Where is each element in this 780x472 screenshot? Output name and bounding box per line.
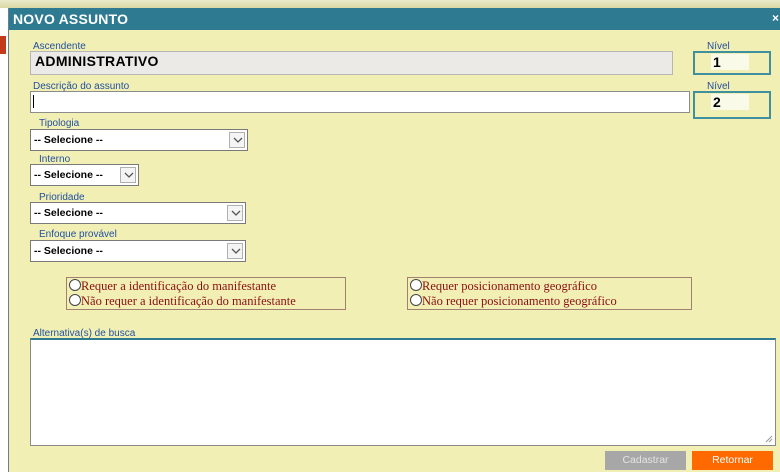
geografico-option-nao-requer-label: Não requer posicionamento geográfico — [422, 294, 617, 308]
interno-selected: -- Selecione -- — [34, 169, 103, 181]
tipologia-selected: -- Selecione -- — [34, 134, 103, 146]
prioridade-select[interactable]: -- Selecione -- — [30, 202, 246, 224]
chevron-down-icon[interactable] — [229, 132, 245, 148]
enfoque-label: Enfoque provável — [39, 229, 117, 240]
dialog-title: NOVO ASSUNTO — [9, 8, 780, 30]
nivel-1-field: 1 — [693, 51, 771, 75]
new-subject-dialog: NOVO ASSUNTO × Ascendente ADMINISTRATIVO… — [8, 8, 780, 472]
text-caret — [33, 95, 34, 108]
nivel-2-value: 2 — [711, 94, 749, 110]
interno-select[interactable]: -- Selecione -- — [30, 164, 139, 186]
chevron-down-icon[interactable] — [227, 243, 243, 259]
retornar-button[interactable]: Retornar — [692, 451, 773, 470]
ascendente-value: ADMINISTRATIVO — [35, 53, 159, 69]
background-red-marker — [0, 36, 6, 54]
radio-button[interactable] — [410, 279, 422, 291]
nivel-1-value: 1 — [711, 54, 749, 70]
enfoque-select[interactable]: -- Selecione -- — [30, 240, 246, 262]
identificacao-option-nao-requer-label: Não requer a identificação do manifestan… — [81, 294, 296, 308]
geografico-radio-group: Requer posicionamento geográfico Não req… — [407, 277, 692, 310]
radio-button[interactable] — [69, 294, 81, 306]
close-icon[interactable]: × — [772, 11, 780, 26]
radio-button[interactable] — [69, 279, 81, 291]
enfoque-selected: -- Selecione -- — [34, 245, 103, 257]
geografico-option-requer-label: Requer posicionamento geográfico — [422, 279, 597, 293]
geografico-option-nao-requer[interactable]: Não requer posicionamento geográfico — [410, 294, 617, 309]
identificacao-option-requer-label: Requer a identificação do manifestante — [81, 279, 277, 293]
chevron-down-icon[interactable] — [120, 167, 136, 183]
identificacao-option-nao-requer[interactable]: Não requer a identificação do manifestan… — [69, 294, 296, 309]
chevron-down-icon[interactable] — [227, 205, 243, 221]
geografico-option-requer[interactable]: Requer posicionamento geográfico — [410, 279, 597, 294]
tipologia-label: Tipologia — [39, 118, 80, 129]
radio-button[interactable] — [410, 294, 422, 306]
cadastrar-button[interactable]: Cadastrar — [605, 451, 686, 470]
resize-handle-icon[interactable] — [765, 435, 773, 443]
nivel-2-field: 2 — [693, 91, 771, 119]
prioridade-selected: -- Selecione -- — [34, 207, 103, 219]
ascendente-field: ADMINISTRATIVO — [30, 51, 673, 75]
identificacao-radio-group: Requer a identificação do manifestante N… — [66, 277, 346, 310]
identificacao-option-requer[interactable]: Requer a identificação do manifestante — [69, 279, 276, 294]
descricao-input[interactable] — [30, 91, 690, 113]
alternativas-textarea[interactable] — [30, 338, 776, 446]
background-menu-strip — [0, 0, 780, 8]
tipologia-select[interactable]: -- Selecione -- — [30, 129, 248, 151]
